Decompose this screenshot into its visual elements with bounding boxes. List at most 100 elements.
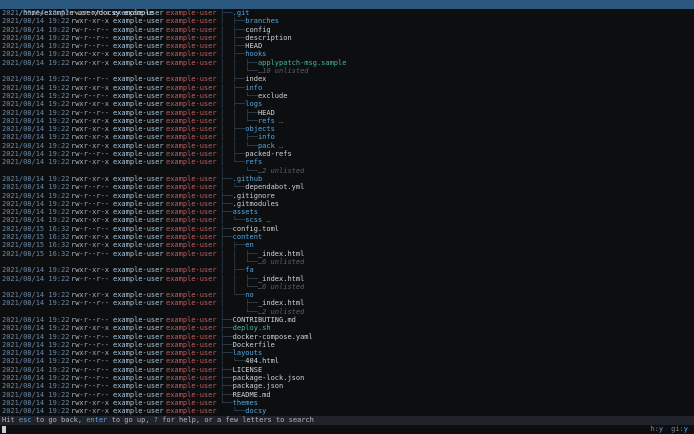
tree-row[interactable]: 2021/08/14 19:22 rwxr-xr-x example-user exa… — [0, 158, 694, 166]
tree-row[interactable]: 2021/08/15 16:32 rwxr-xr-x example-user exa… — [0, 241, 694, 249]
tree-row[interactable]: 2021/08/14 19:22 rw-r--r-- example-user exa… — [0, 382, 694, 390]
entry-name[interactable]: docsy — [245, 407, 266, 415]
tree-row[interactable]: 2021/08/14 19:22 rw-r--r-- example-user exa… — [0, 109, 694, 117]
entry-name[interactable]: …10 unlisted — [258, 67, 309, 75]
entry-name[interactable]: _index.html — [258, 299, 304, 307]
tree-row[interactable]: 2021/08/14 19:22 rwxr-xr-x example-user exa… — [0, 50, 694, 58]
entry-name[interactable]: HEAD — [258, 109, 275, 117]
entry-name[interactable]: _index.html — [258, 275, 304, 283]
tree-row[interactable]: 2021/08/14 19:22 rw-r--r-- example-user exa… — [0, 341, 694, 349]
entry-name[interactable]: dependabot.yml — [245, 183, 304, 191]
tree-row[interactable]: 2021/08/14 19:22 rwxr-xr-x example-user exa… — [0, 133, 694, 141]
entry-name[interactable]: …2 unlisted — [258, 167, 304, 175]
entry-name[interactable]: layouts — [233, 349, 263, 357]
entry-name[interactable]: branches — [245, 17, 279, 25]
tree-row[interactable]: 2021/08/14 19:22 rw-r--r-- example-user exa… — [0, 150, 694, 158]
tree-row[interactable]: │ │ └──…6 unlisted — [0, 258, 694, 266]
entry-name[interactable]: deploy.sh — [233, 324, 271, 332]
tree-row[interactable]: 2021/08/14 19:22 rw-r--r-- example-user exa… — [0, 391, 694, 399]
entry-name[interactable]: scss — [245, 216, 262, 224]
entry-name[interactable]: .gitignore — [233, 192, 275, 200]
entry-name[interactable]: info — [245, 84, 262, 92]
tree-row[interactable]: 2021/08/14 19:22 rwxr-xr-x example-user exa… — [0, 407, 694, 415]
tree-row[interactable]: 2021/08/14 19:22 rw-r--r-- example-user exa… — [0, 357, 694, 365]
entry-name[interactable]: .git — [233, 9, 250, 17]
tree-row[interactable]: 2021/08/15 16:32 rwxr-xr-x example-user exa… — [0, 233, 694, 241]
tree-row[interactable]: 2021/08/14 19:22 rwxr-xr-x example-user exa… — [0, 100, 694, 108]
tree-row[interactable]: 2021/08/14 19:22 rwxr-xr-x example-user exa… — [0, 175, 694, 183]
tree-row[interactable]: 2021/08/14 19:22 rwxr-xr-x example-user exa… — [0, 9, 694, 17]
entry-name[interactable]: package-lock.json — [233, 374, 305, 382]
tree-row[interactable]: │ └──…2 unlisted — [0, 167, 694, 175]
tree-row[interactable]: 2021/08/14 19:22 rwxr-xr-x example-user exa… — [0, 84, 694, 92]
entry-name[interactable]: CONTRIBUTING.md — [233, 316, 296, 324]
tree-row[interactable]: │ │ └──…6 unlisted — [0, 283, 694, 291]
tree-row[interactable]: 2021/08/14 19:22 rw-r--r-- example-user exa… — [0, 316, 694, 324]
tree-row[interactable]: 2021/08/14 19:22 rw-r--r-- example-user exa… — [0, 374, 694, 382]
tree-row[interactable]: 2021/08/14 19:22 rwxr-xr-x example-user exa… — [0, 291, 694, 299]
entry-name[interactable]: assets — [233, 208, 258, 216]
flag-h[interactable]: h:y — [650, 425, 663, 433]
entry-name[interactable]: …6 unlisted — [258, 283, 304, 291]
entry-name[interactable]: content — [233, 233, 263, 241]
entry-name[interactable]: en — [245, 241, 253, 249]
entry-name[interactable]: logs — [245, 100, 262, 108]
search-input-line[interactable]: h:y gi:y — [0, 424, 694, 434]
entry-name[interactable]: exclude — [258, 92, 288, 100]
entry-name[interactable]: config — [245, 26, 270, 34]
tree-row[interactable]: 2021/08/14 19:22 rwxr-xr-x example-user exa… — [0, 208, 694, 216]
tree-row[interactable]: 2021/08/15 16:32 rw-r--r-- example-user exa… — [0, 225, 694, 233]
entry-name[interactable]: hooks — [245, 50, 266, 58]
entry-name[interactable]: config.toml — [233, 225, 279, 233]
tree-row[interactable]: │ │ └──…10 unlisted — [0, 67, 694, 75]
search-input[interactable] — [2, 425, 6, 433]
tree-row[interactable]: 2021/08/15 16:32 rw-r--r-- example-user exa… — [0, 250, 694, 258]
tree-row[interactable]: 2021/08/14 19:22 rwxr-xr-x example-user exa… — [0, 349, 694, 357]
tree-row[interactable]: 2021/08/14 19:22 rw-r--r-- example-user exa… — [0, 75, 694, 83]
tree-row[interactable]: 2021/08/14 19:22 rwxr-xr-x example-user exa… — [0, 117, 694, 125]
tree-row[interactable]: 2021/08/14 19:22 rwxr-xr-x example-user exa… — [0, 17, 694, 25]
tree-row[interactable]: 2021/08/14 19:22 rwxr-xr-x example-user exa… — [0, 324, 694, 332]
tree-row[interactable]: 2021/08/14 19:22 rwxr-xr-x example-user exa… — [0, 125, 694, 133]
tree-row[interactable]: 2021/08/14 19:22 rw-r--r-- example-user exa… — [0, 366, 694, 374]
root-path-line[interactable]: /home/example-user/docsy-example — [0, 0, 694, 17]
entry-name[interactable]: docker-compose.yaml — [233, 333, 313, 341]
entry-name[interactable]: README.md — [233, 391, 271, 399]
entry-name[interactable]: .github — [233, 175, 263, 183]
entry-name[interactable]: no — [245, 291, 253, 299]
entry-name[interactable]: fa — [245, 266, 253, 274]
tree-row[interactable]: 2021/08/14 19:22 rw-r--r-- example-user exa… — [0, 183, 694, 191]
tree-row[interactable]: 2021/08/14 19:22 rw-r--r-- example-user exa… — [0, 275, 694, 283]
tree-row[interactable]: 2021/08/14 19:22 rwxr-xr-x example-user exa… — [0, 266, 694, 274]
tree-row[interactable]: 2021/08/14 19:22 rw-r--r-- example-user exa… — [0, 34, 694, 42]
tree-row[interactable]: 2021/08/14 19:22 rw-r--r-- example-user exa… — [0, 42, 694, 50]
entry-name[interactable]: .gitmodules — [233, 200, 279, 208]
tree-row[interactable]: 2021/08/14 19:22 rw-r--r-- example-user exa… — [0, 92, 694, 100]
entry-name[interactable]: pack — [258, 142, 275, 150]
entry-name[interactable]: 404.html — [245, 357, 279, 365]
entry-name[interactable]: packed-refs — [245, 150, 291, 158]
entry-name[interactable]: Dockerfile — [233, 341, 275, 349]
tree-row[interactable]: 2021/08/14 19:22 rw-r--r-- example-user exa… — [0, 299, 694, 307]
entry-name[interactable]: package.json — [233, 382, 284, 390]
entry-name[interactable]: info — [258, 133, 275, 141]
tree-row[interactable]: 2021/08/14 19:22 rw-r--r-- example-user exa… — [0, 192, 694, 200]
flag-gi[interactable]: gi:y — [671, 425, 688, 433]
entry-name[interactable]: description — [245, 34, 291, 42]
entry-name[interactable]: index — [245, 75, 266, 83]
entry-name[interactable]: themes — [233, 399, 258, 407]
tree-row[interactable]: 2021/08/14 19:22 rw-r--r-- example-user exa… — [0, 200, 694, 208]
tree-row[interactable]: 2021/08/14 19:22 rwxr-xr-x example-user exa… — [0, 59, 694, 67]
tree-row[interactable]: 2021/08/14 19:22 rw-r--r-- example-user exa… — [0, 26, 694, 34]
entry-name[interactable]: LICENSE — [233, 366, 263, 374]
entry-name[interactable]: _index.html — [258, 250, 304, 258]
entry-name[interactable]: …6 unlisted — [258, 258, 304, 266]
entry-name[interactable]: applypatch-msg.sample — [258, 59, 347, 67]
tree-row[interactable]: 2021/08/14 19:22 rw-r--r-- example-user exa… — [0, 333, 694, 341]
entry-name[interactable]: HEAD — [245, 42, 262, 50]
tree-row[interactable]: 2021/08/14 19:22 rwxr-xr-x example-user exa… — [0, 142, 694, 150]
tree-row[interactable]: 2021/08/14 19:22 rwxr-xr-x example-user exa… — [0, 399, 694, 407]
entry-name[interactable]: objects — [245, 125, 275, 133]
entry-name[interactable]: refs — [258, 117, 275, 125]
tree-row[interactable]: │ └──…2 unlisted — [0, 308, 694, 316]
